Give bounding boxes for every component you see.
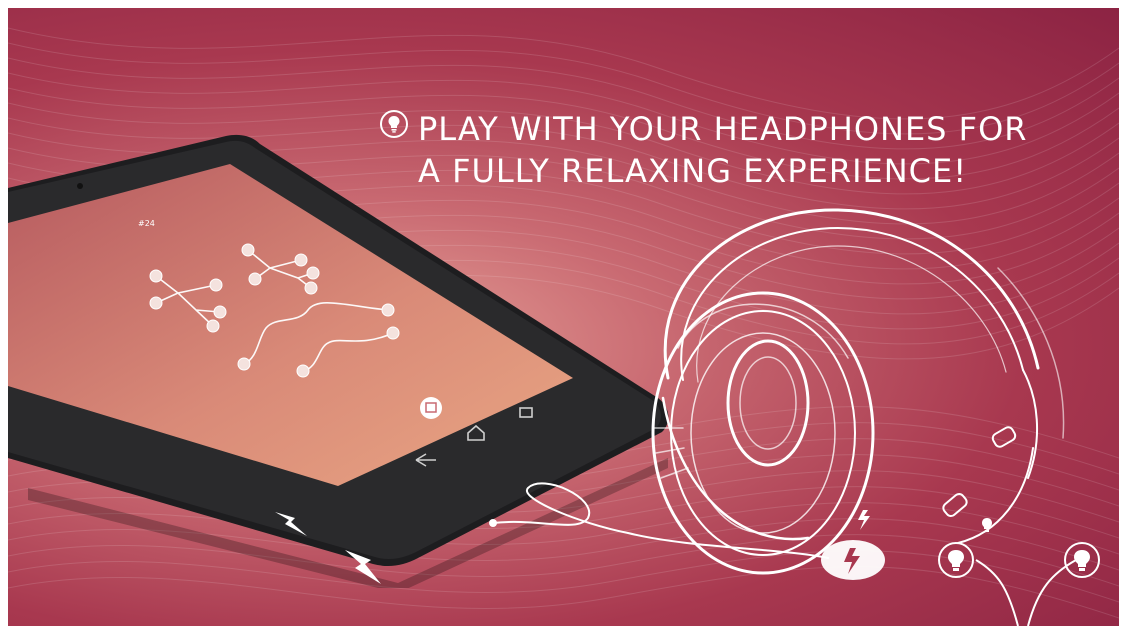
promo-banner: PLAY WITH YOUR HEADPHONES FOR A FULLY RE… bbox=[8, 8, 1119, 626]
lightbulb-icon bbox=[1074, 550, 1090, 567]
lightbulb-cluster bbox=[938, 518, 1100, 626]
cup-badge bbox=[821, 540, 885, 580]
lightning-bolt-icon bbox=[345, 550, 381, 584]
share-button[interactable] bbox=[420, 397, 442, 419]
lightning-bolt-icon bbox=[275, 512, 307, 536]
lightning-bolt-icon bbox=[858, 510, 870, 530]
lightbulb-icon bbox=[948, 550, 964, 567]
lightbulb-icon bbox=[982, 518, 992, 529]
level-label: #24 bbox=[138, 219, 155, 228]
